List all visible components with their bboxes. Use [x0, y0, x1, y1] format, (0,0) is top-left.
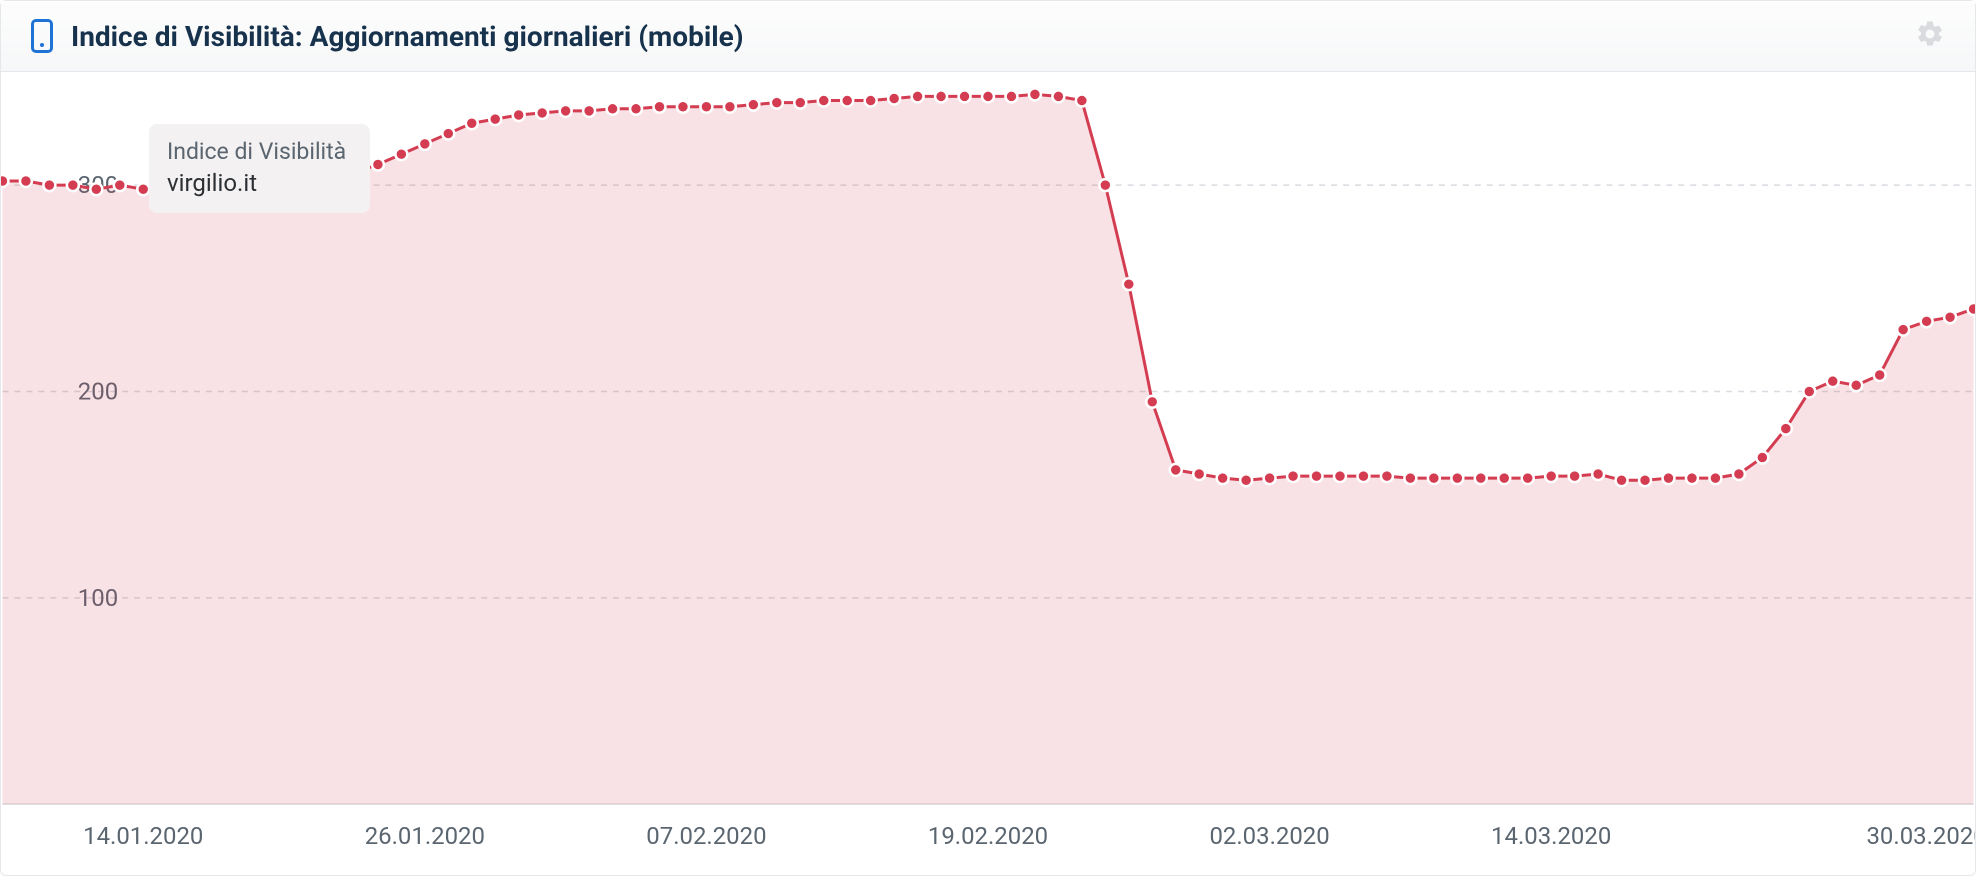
legend-domain: virgilio.it	[167, 167, 346, 199]
chart-panel: Indice di Visibilità: Aggiornamenti gior…	[0, 0, 1976, 876]
gear-icon[interactable]	[1915, 19, 1945, 53]
svg-text:30.03.2020: 30.03.2020	[1866, 822, 1975, 850]
svg-text:02.03.2020: 02.03.2020	[1209, 822, 1329, 850]
legend-series-label: Indice di Visibilità	[167, 136, 346, 167]
chart-area: 10020030014.01.202026.01.202007.02.20201…	[1, 72, 1975, 874]
svg-text:26.01.2020: 26.01.2020	[365, 822, 485, 850]
svg-text:07.02.2020: 07.02.2020	[646, 822, 766, 850]
mobile-icon	[31, 19, 53, 53]
svg-text:14.03.2020: 14.03.2020	[1491, 822, 1611, 850]
legend-tooltip: Indice di Visibilità virgilio.it	[149, 124, 370, 213]
panel-title: Indice di Visibilità: Aggiornamenti gior…	[71, 20, 744, 53]
panel-header: Indice di Visibilità: Aggiornamenti gior…	[1, 1, 1975, 72]
svg-text:19.02.2020: 19.02.2020	[928, 822, 1048, 850]
svg-text:14.01.2020: 14.01.2020	[83, 822, 203, 850]
